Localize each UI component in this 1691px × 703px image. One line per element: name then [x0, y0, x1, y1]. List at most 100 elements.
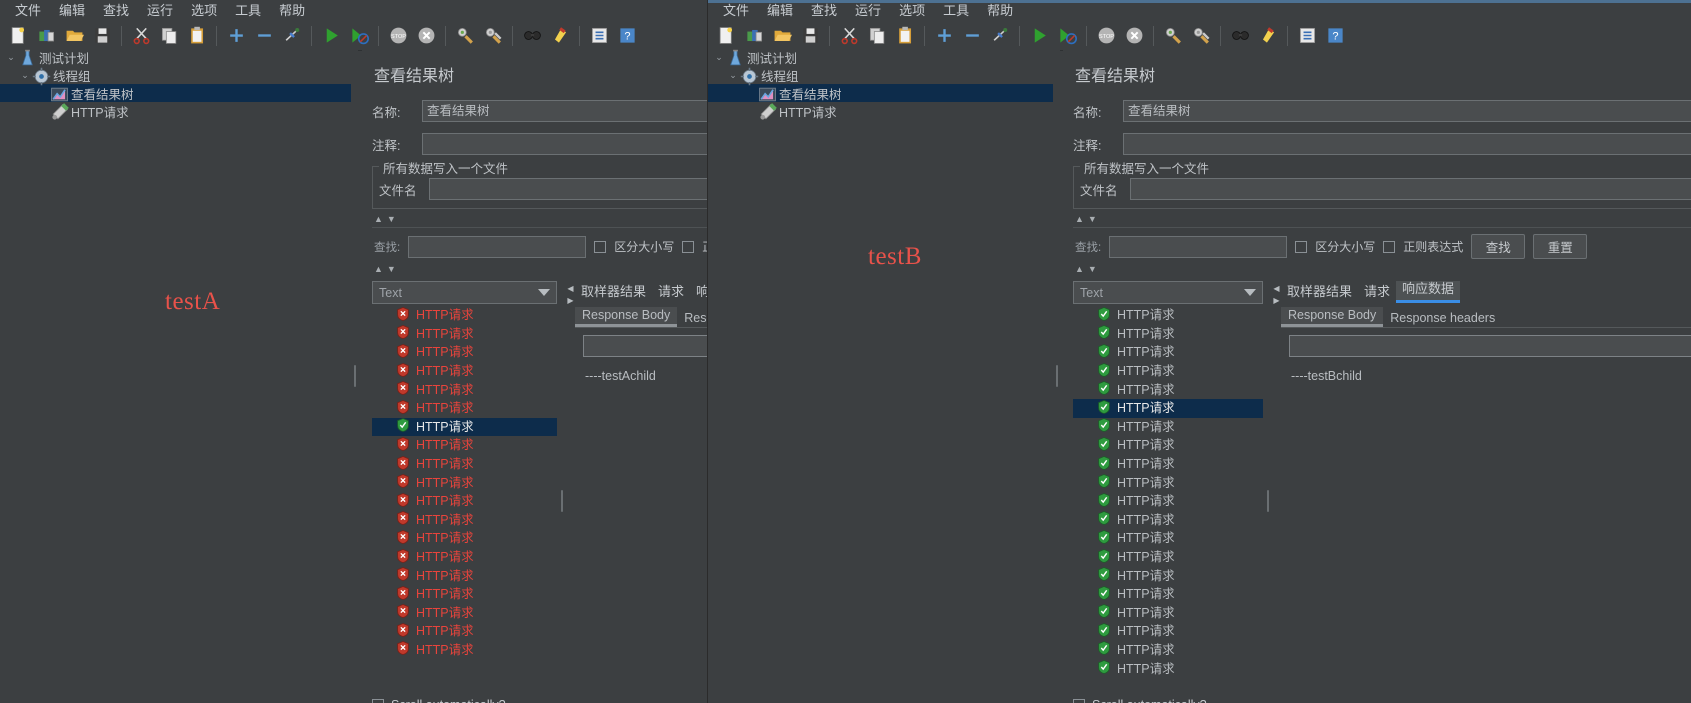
list-item[interactable]: HTTP请求 — [1073, 473, 1263, 492]
list-item[interactable]: HTTP请求 — [1073, 604, 1263, 623]
list-item[interactable]: HTTP请求 — [372, 325, 557, 344]
tree-node-0[interactable]: ⌄ 测试计划 — [0, 48, 352, 66]
toolbar-save-button[interactable] — [797, 23, 823, 49]
triangle-right-icon[interactable]: ▶ — [1273, 297, 1279, 305]
search-collapse-toggle[interactable]: ▲ ▼ — [1075, 213, 1691, 225]
filename-input[interactable] — [429, 178, 707, 200]
tree-node-2[interactable]: 查看结果树 — [0, 84, 352, 102]
triangle-up-icon[interactable]: ▲ — [1075, 264, 1084, 274]
list-item[interactable]: HTTP请求 — [1073, 585, 1263, 604]
chevron-down-icon[interactable]: ⌄ — [712, 52, 726, 63]
list-item[interactable]: HTTP请求 — [372, 399, 557, 418]
menu-item-6[interactable]: 帮助 — [978, 0, 1022, 21]
list-item[interactable]: HTTP请求 — [1073, 529, 1263, 548]
list-item[interactable]: HTTP请求 — [372, 436, 557, 455]
subtab-0[interactable]: Response Body — [575, 307, 678, 327]
chevron-down-icon[interactable]: ⌄ — [4, 52, 18, 63]
tab-1[interactable]: 请求 — [652, 281, 690, 303]
case-sensitive-checkbox[interactable] — [1295, 240, 1308, 253]
menu-item-5[interactable]: 工具 — [934, 0, 978, 21]
chevron-down-icon[interactable]: ⌄ — [726, 70, 740, 81]
list-item[interactable]: HTTP请求 — [372, 492, 557, 511]
triangle-right-icon[interactable]: ▶ — [567, 297, 573, 305]
list-item[interactable]: HTTP请求 — [372, 548, 557, 567]
filename-input[interactable] — [1130, 178, 1691, 200]
tree-content-splitter[interactable] — [351, 48, 358, 703]
triangle-down-icon[interactable]: ▼ — [387, 214, 396, 224]
find-button[interactable]: 查找 — [1471, 234, 1526, 259]
list-item[interactable]: HTTP请求 — [1073, 325, 1263, 344]
toolbar-function-helper-button[interactable] — [1294, 23, 1320, 49]
toolbar-toggle-button[interactable] — [279, 23, 305, 49]
toolbar-search-button[interactable] — [1227, 23, 1253, 49]
triangle-down-icon[interactable]: ▼ — [1088, 264, 1097, 274]
list-item[interactable]: HTTP请求 — [372, 380, 557, 399]
response-search-input[interactable] — [1289, 335, 1691, 357]
tree-content-splitter[interactable] — [1053, 48, 1060, 703]
tree-node-3[interactable]: HTTP请求 — [708, 102, 1053, 120]
list-item[interactable]: HTTP请求 — [1073, 306, 1263, 325]
menu-item-2[interactable]: 查找 — [94, 0, 138, 21]
list-item[interactable]: HTTP请求 — [372, 417, 557, 437]
list-item[interactable]: HTTP请求 — [372, 641, 557, 660]
search-input[interactable] — [1109, 235, 1288, 258]
toolbar-stop-button[interactable]: STOP — [385, 23, 411, 49]
list-item[interactable]: HTTP请求 — [1073, 418, 1263, 437]
renderer-select[interactable]: Text — [372, 281, 557, 304]
menu-item-3[interactable]: 运行 — [138, 0, 182, 21]
toolbar-search-button[interactable] — [519, 23, 545, 49]
search-collapse-toggle[interactable]: ▲ ▼ — [374, 213, 707, 225]
triangle-left-icon[interactable]: ◀ — [1273, 285, 1279, 293]
toolbar-start-button[interactable] — [318, 23, 344, 49]
toolbar-function-helper-button[interactable] — [586, 23, 612, 49]
menu-item-5[interactable]: 工具 — [226, 0, 270, 21]
toolbar-open-button[interactable] — [61, 23, 87, 49]
results-collapse-toggle[interactable]: ▲ ▼ — [374, 263, 707, 275]
toolbar-clear-all-button[interactable] — [1188, 23, 1214, 49]
list-item[interactable]: HTTP请求 — [372, 604, 557, 623]
reset-button[interactable]: 重置 — [1533, 234, 1588, 259]
triangle-up-icon[interactable]: ▲ — [1075, 214, 1084, 224]
triangle-down-icon[interactable]: ▼ — [387, 264, 396, 274]
scroll-automatically-checkbox[interactable] — [1073, 699, 1085, 703]
list-item[interactable]: HTTP请求 — [1073, 548, 1263, 567]
tab-0[interactable]: 取样器结果 — [1281, 281, 1358, 303]
list-item[interactable]: HTTP请求 — [1073, 436, 1263, 455]
list-item[interactable]: HTTP请求 — [372, 622, 557, 641]
name-input[interactable]: 查看结果树 — [1123, 100, 1691, 122]
list-item[interactable]: HTTP请求 — [372, 585, 557, 604]
toolbar-cut-button[interactable] — [836, 23, 862, 49]
toolbar-help-button[interactable]: ? — [614, 23, 640, 49]
toolbar-clear-button[interactable] — [452, 23, 478, 49]
toolbar-start-no-timers-button[interactable] — [346, 23, 372, 49]
test-plan-tree[interactable]: ⌄ 测试计划 ⌄ 线程组 查看结果树 HTTP请求 testA — [0, 48, 352, 703]
list-item[interactable]: HTTP请求 — [1073, 566, 1263, 585]
list-item[interactable]: HTTP请求 — [1073, 641, 1263, 660]
toolbar-start-no-timers-button[interactable] — [1054, 23, 1080, 49]
toolbar-expand-button[interactable] — [931, 23, 957, 49]
list-item[interactable]: HTTP请求 — [1073, 455, 1263, 474]
menu-item-4[interactable]: 选项 — [890, 0, 934, 21]
list-item[interactable]: HTTP请求 — [1073, 622, 1263, 641]
search-input[interactable] — [408, 235, 587, 258]
toolbar-expand-button[interactable] — [223, 23, 249, 49]
name-input[interactable]: 查看结果树 — [422, 100, 707, 122]
toolbar-help-button[interactable]: ? — [1322, 23, 1348, 49]
menu-item-0[interactable]: 文件 — [714, 0, 758, 21]
menu-item-1[interactable]: 编辑 — [758, 0, 802, 21]
toolbar-new-button[interactable] — [713, 23, 739, 49]
toolbar-templates-button[interactable] — [741, 23, 767, 49]
tree-node-2[interactable]: 查看结果树 — [708, 84, 1053, 102]
toolbar-open-button[interactable] — [769, 23, 795, 49]
regex-checkbox[interactable] — [1383, 240, 1396, 253]
subtab-1[interactable]: Response headers — [1383, 310, 1502, 327]
toolbar-cut-button[interactable] — [128, 23, 154, 49]
toolbar-search-reset-button[interactable] — [1255, 23, 1281, 49]
results-collapse-toggle[interactable]: ▲ ▼ — [1075, 263, 1691, 275]
triangle-up-icon[interactable]: ▲ — [374, 214, 383, 224]
toolbar-paste-button[interactable] — [892, 23, 918, 49]
triangle-up-icon[interactable]: ▲ — [374, 264, 383, 274]
toolbar-save-button[interactable] — [89, 23, 115, 49]
list-item[interactable]: HTTP请求 — [1073, 511, 1263, 530]
menu-item-0[interactable]: 文件 — [6, 0, 50, 21]
